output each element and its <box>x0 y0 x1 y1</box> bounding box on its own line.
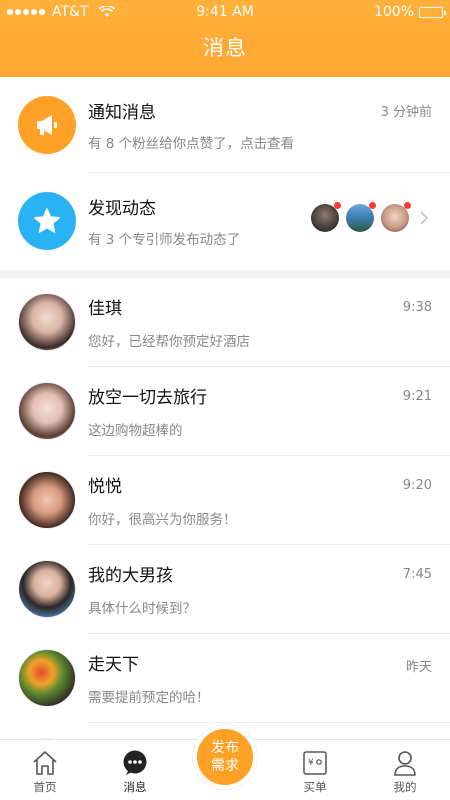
discover-avatars <box>311 202 430 232</box>
chat-message: 这边购物超棒的 <box>88 423 183 439</box>
notification-row-discover[interactable]: 发现动态 有 3 个专引师发布动态了 <box>0 173 450 268</box>
tab-label: 我的 <box>393 780 417 794</box>
svg-text:¥: ¥ <box>308 758 314 768</box>
chat-name: 我的大男孩 <box>88 566 173 586</box>
chat-row[interactable]: 走天下 需要提前预定的哈！ 昨天 <box>0 634 450 722</box>
chat-time: 9:20 <box>402 478 432 493</box>
chat-time: 9:21 <box>402 389 432 404</box>
header: AT&T 9:41 AM 100% 消息 <box>0 0 450 77</box>
chat-message: 你好，很高兴为你服务！ <box>88 512 237 528</box>
tab-label: 消息 <box>123 780 147 794</box>
avatar <box>311 202 341 232</box>
publish-request-button[interactable]: 发布 需求 <box>193 725 257 789</box>
unread-dot <box>334 202 341 209</box>
battery-icon <box>419 6 446 18</box>
tab-home[interactable]: 首页 <box>0 740 90 800</box>
publish-label-line2: 需求 <box>211 758 239 774</box>
chat-name: 放空一切去旅行 <box>88 388 207 408</box>
avatar <box>18 471 76 529</box>
notification-subtitle: 有 8 个粉丝给你点赞了，点击查看 <box>88 135 295 152</box>
chat-message: 您好，已经帮你预定好酒店 <box>88 334 250 350</box>
avatar <box>381 202 411 232</box>
star-icon <box>18 191 76 250</box>
chat-list: 佳琪 您好，已经帮你预定好酒店 9:38 放空一切去旅行 这边购物超棒的 9:2… <box>0 278 450 800</box>
chat-name: 悦悦 <box>88 477 122 497</box>
section-divider <box>0 270 450 278</box>
chevron-right-icon <box>420 211 429 225</box>
tab-label: 买单 <box>303 780 327 794</box>
status-bar: AT&T 9:41 AM 100% <box>0 0 450 24</box>
publish-label-line1: 发布 <box>211 740 239 756</box>
chat-time: 昨天 <box>405 660 432 675</box>
chat-time: 7:45 <box>402 567 432 582</box>
page-title: 消息 <box>203 36 247 60</box>
tab-label: 首页 <box>33 780 57 794</box>
avatar <box>346 202 376 232</box>
chat-time: 9:38 <box>402 300 432 315</box>
tab-messages[interactable]: 消息 <box>90 740 180 800</box>
chat-message: 需要提前预定的哈！ <box>88 690 210 706</box>
avatar <box>18 293 76 351</box>
unread-dot <box>369 202 376 209</box>
avatar <box>18 560 76 618</box>
home-icon <box>33 751 57 775</box>
avatar <box>18 382 76 440</box>
chat-name: 佳琪 <box>88 299 122 319</box>
chat-bubble-icon <box>123 750 147 775</box>
clock: 9:41 AM <box>196 4 254 20</box>
megaphone-icon <box>18 95 76 154</box>
chat-row[interactable]: 悦悦 你好，很高兴为你服务！ 9:20 <box>0 456 450 544</box>
chat-row[interactable]: 放空一切去旅行 这边购物超棒的 9:21 <box>0 367 450 455</box>
chat-name: 走天下 <box>88 655 139 675</box>
unread-dot <box>404 202 411 209</box>
user-icon <box>394 751 416 776</box>
tab-orders[interactable]: ¥ 买单 <box>270 740 360 800</box>
tab-mine[interactable]: 我的 <box>360 740 450 800</box>
chat-row[interactable]: 我的大男孩 具体什么时候到？ 7:45 <box>0 545 450 633</box>
notification-time: 3 分钟前 <box>380 105 432 120</box>
notification-row-system[interactable]: 通知消息 有 8 个粉丝给你点赞了，点击查看 3 分钟前 <box>0 77 450 172</box>
chat-row[interactable]: 佳琪 您好，已经帮你预定好酒店 9:38 <box>0 278 450 366</box>
bill-icon: ¥ <box>303 751 327 775</box>
avatar <box>18 649 76 707</box>
chat-message: 具体什么时候到？ <box>88 601 196 617</box>
